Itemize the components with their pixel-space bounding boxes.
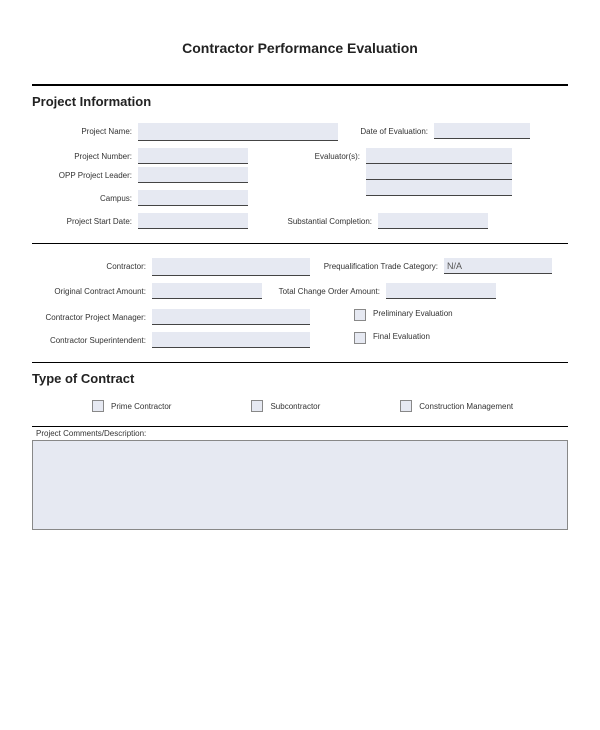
preliminary-eval-label: Preliminary Evaluation: [373, 309, 453, 318]
divider: [32, 84, 568, 86]
pm-label: Contractor Project Manager:: [32, 309, 152, 322]
project-number-field[interactable]: [138, 148, 248, 164]
comments-textarea[interactable]: [32, 440, 568, 530]
super-field[interactable]: [152, 332, 310, 348]
opt-construction: Construction Management: [400, 400, 513, 412]
divider: [32, 362, 568, 363]
opt-sub: Subcontractor: [251, 400, 320, 412]
divider: [32, 243, 568, 244]
evaluators-group: [366, 148, 512, 196]
contract-options-row: Prime Contractor Subcontractor Construct…: [32, 390, 568, 426]
evaluators-label: Evaluator(s):: [304, 148, 366, 161]
evaluators-field-1[interactable]: [366, 148, 512, 164]
start-date-field[interactable]: [138, 213, 248, 229]
subcontractor-checkbox[interactable]: [251, 400, 263, 412]
prime-contractor-checkbox[interactable]: [92, 400, 104, 412]
contractor-label: Contractor:: [32, 258, 152, 271]
orig-amount-label: Original Contract Amount:: [32, 283, 152, 296]
subst-completion-label: Substantial Completion:: [284, 213, 378, 226]
opp-leader-field[interactable]: [138, 167, 248, 183]
start-date-label: Project Start Date:: [32, 213, 138, 226]
opp-leader-label: OPP Project Leader:: [32, 167, 138, 180]
row-contractor: Contractor: Prequalification Trade Categ…: [32, 258, 568, 276]
row-project-name: Project Name: Date of Evaluation:: [32, 123, 568, 141]
opt-prime: Prime Contractor: [92, 400, 171, 412]
subst-completion-field[interactable]: [378, 213, 488, 229]
date-eval-label: Date of Evaluation:: [356, 123, 434, 136]
final-eval-checkbox[interactable]: [354, 332, 366, 344]
section-type-contract-header: Type of Contract: [32, 371, 568, 386]
construction-mgmt-label: Construction Management: [419, 402, 513, 411]
campus-label: Campus:: [32, 190, 138, 203]
super-label: Contractor Superintendent:: [32, 332, 152, 345]
change-order-field[interactable]: [386, 283, 496, 299]
subcontractor-label: Subcontractor: [270, 402, 320, 411]
project-name-field[interactable]: [138, 123, 338, 141]
divider: [32, 426, 568, 427]
row-orig-amount: Original Contract Amount: Total Change O…: [32, 283, 568, 299]
prime-contractor-label: Prime Contractor: [111, 402, 171, 411]
project-number-label: Project Number:: [32, 148, 138, 161]
contractor-field[interactable]: [152, 258, 310, 276]
prequal-label: Prequalification Trade Category:: [316, 258, 444, 271]
construction-mgmt-checkbox[interactable]: [400, 400, 412, 412]
orig-amount-field[interactable]: [152, 283, 262, 299]
date-eval-field[interactable]: [434, 123, 530, 139]
prequal-field[interactable]: [444, 258, 552, 274]
section-project-info-header: Project Information: [32, 94, 568, 109]
evaluators-field-3[interactable]: [366, 180, 512, 196]
form-title: Contractor Performance Evaluation: [32, 40, 568, 56]
evaluators-field-2[interactable]: [366, 164, 512, 180]
preliminary-eval-checkbox[interactable]: [354, 309, 366, 321]
campus-field[interactable]: [138, 190, 248, 206]
change-order-label: Total Change Order Amount:: [276, 283, 386, 296]
comments-label: Project Comments/Description:: [36, 429, 568, 438]
row-start-date: Project Start Date: Substantial Completi…: [32, 213, 568, 229]
row-pm: Contractor Project Manager: Preliminary …: [32, 309, 568, 325]
project-name-label: Project Name:: [32, 123, 138, 136]
pm-field[interactable]: [152, 309, 310, 325]
final-eval-label: Final Evaluation: [373, 332, 430, 341]
row-super: Contractor Superintendent: Final Evaluat…: [32, 332, 568, 348]
